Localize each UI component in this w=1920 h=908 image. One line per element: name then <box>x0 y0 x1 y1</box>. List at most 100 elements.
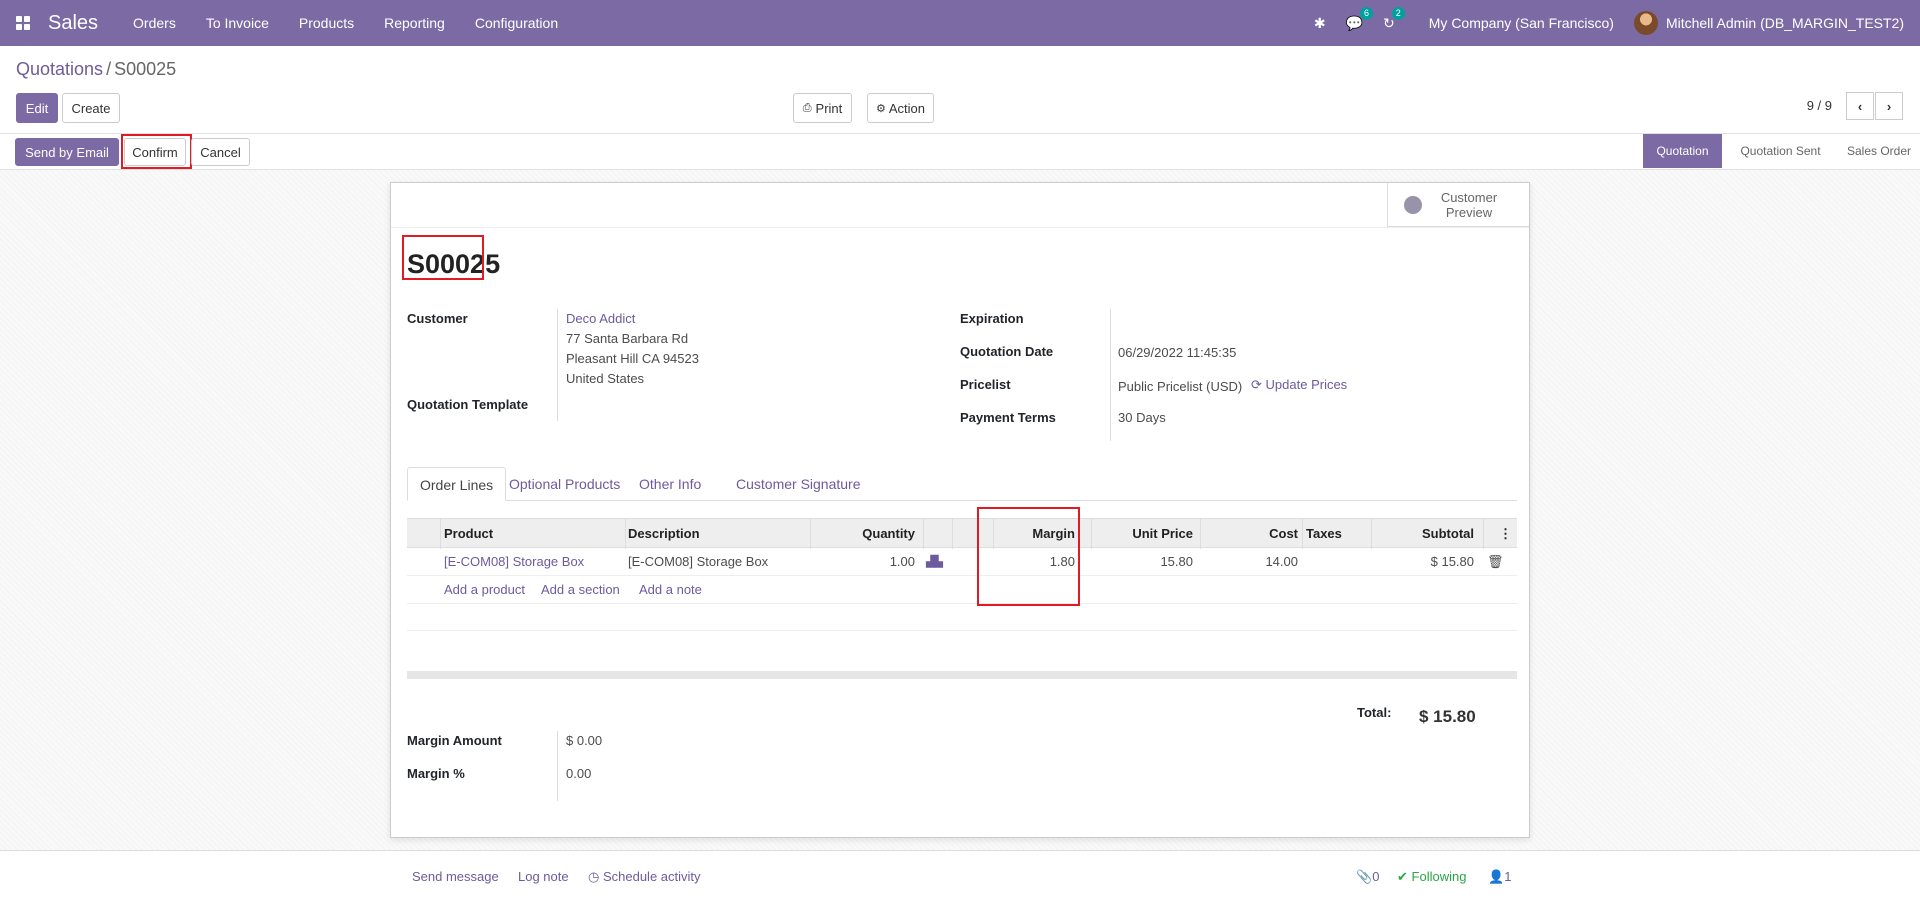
paperclip-icon: 📎 <box>1356 869 1373 884</box>
send-message-button[interactable]: Send message <box>412 869 499 884</box>
pager-value: 9 / 9 <box>1806 98 1832 113</box>
customer-label: Customer <box>407 311 468 326</box>
row-quantity: 1.00 <box>889 554 915 569</box>
avatar <box>1633 11 1658 35</box>
status-bar: Send by Email Confirm Cancel Quotation Q… <box>0 134 1920 170</box>
form-sheet: Customer Preview S00025 Customer Deco Ad… <box>390 182 1530 838</box>
add-section-link[interactable]: Add a section <box>541 576 620 604</box>
margin-amount-label: Margin Amount <box>407 733 502 748</box>
tab-customer-signature[interactable]: Customer Signature <box>724 467 873 501</box>
update-prices-label: Update Prices <box>1265 377 1348 392</box>
followers-count: 1 <box>1504 869 1512 884</box>
apps-menu-icon[interactable] <box>0 0 46 46</box>
form-background: Customer Preview S00025 Customer Deco Ad… <box>0 170 1920 850</box>
add-note-link[interactable]: Add a note <box>639 576 702 604</box>
row-product[interactable]: [E-COM08] Storage Box <box>444 548 584 576</box>
messages-icon[interactable]: 💬 6 <box>1346 6 1374 32</box>
header-product[interactable]: Product <box>444 519 493 549</box>
menu-orders[interactable]: Orders <box>118 0 191 46</box>
schedule-activity-button[interactable]: ◷ Schedule activity <box>588 869 701 885</box>
debug-icon[interactable]: ✱ <box>1314 15 1326 32</box>
cancel-button[interactable]: Cancel <box>191 138 250 166</box>
following-button[interactable]: ✔ Following <box>1397 869 1466 885</box>
activity-badge: 2 <box>1391 6 1405 20</box>
quotation-date-value: 06/29/2022 11:45:35 <box>1118 345 1237 360</box>
header-subtotal[interactable]: Subtotal <box>1375 519 1474 549</box>
user-name: Mitchell Admin (DB_MARGIN_TEST2) <box>1665 15 1904 31</box>
activity-icon[interactable]: ↻ 2 <box>1383 6 1405 32</box>
print-icon: ⎙ <box>802 101 812 114</box>
payment-terms-value: 30 Days <box>1118 410 1166 425</box>
row-subtotal: $ 15.80 <box>1430 554 1474 569</box>
create-button[interactable]: Create <box>62 93 120 123</box>
notebook-tabs: Order Lines Optional Products Other Info… <box>407 467 1517 501</box>
total-label: Total: <box>1357 705 1392 720</box>
messages-badge: 6 <box>1360 6 1374 20</box>
send-by-email-button[interactable]: Send by Email <box>15 138 119 166</box>
stage-quotation-sent[interactable]: Quotation Sent <box>1737 134 1824 168</box>
gear-icon: ⚙ <box>875 102 886 115</box>
chevron-right-icon[interactable]: › <box>1875 92 1903 120</box>
header-quantity[interactable]: Quantity <box>813 519 915 549</box>
forecast-chart-icon[interactable]: ▟▙ <box>926 548 943 576</box>
chevron-left-icon[interactable]: ‹ <box>1846 92 1874 120</box>
row-cost: 14.00 <box>1265 554 1298 569</box>
top-navbar: Sales Orders To Invoice Products Reporti… <box>0 0 1920 46</box>
app-name[interactable]: Sales <box>48 12 98 35</box>
stage-quotation[interactable]: Quotation <box>1643 134 1722 168</box>
highlight-order-name <box>402 235 484 280</box>
table-header: Product Description Quantity Margin Unit… <box>407 518 1517 549</box>
log-note-button[interactable]: Log note <box>518 869 569 884</box>
customer-link[interactable]: Deco Addict <box>566 311 635 326</box>
payment-terms-label: Payment Terms <box>960 410 1056 425</box>
action-button[interactable]: ⚙ Action <box>867 93 934 123</box>
control-panel: Quotations / S00025 Edit Create ⎙ Print ⚙ Ac… <box>0 46 1920 134</box>
pricelist-value: Public Pricelist (USD) <box>1118 379 1243 394</box>
stage-sales-order[interactable]: Sales Order <box>1838 134 1920 168</box>
tab-optional-products[interactable]: Optional Products <box>497 467 632 501</box>
tab-other-info[interactable]: Other Info <box>627 467 713 501</box>
pricelist-label: Pricelist <box>960 377 1011 392</box>
margin-amount-value: $ 0.00 <box>566 733 603 748</box>
clock-icon: ◷ <box>588 869 600 884</box>
quotation-template-label: Quotation Template <box>407 397 529 412</box>
customer-address-line2: Pleasant Hill CA 94523 <box>566 351 699 366</box>
following-label: Following <box>1411 869 1467 884</box>
customer-preview-button[interactable]: Customer Preview <box>1387 183 1529 227</box>
menu-configuration[interactable]: Configuration <box>460 0 573 46</box>
schedule-activity-label: Schedule activity <box>602 869 701 884</box>
optional-columns-icon[interactable]: ⋮ <box>1499 519 1512 549</box>
followers-button[interactable]: 👤1 <box>1488 869 1511 885</box>
header-description[interactable]: Description <box>628 519 700 549</box>
attachments-count: 0 <box>1372 869 1380 884</box>
header-cost[interactable]: Cost <box>1203 519 1298 549</box>
highlight-margin-column <box>977 507 1080 606</box>
table-footer-bar <box>407 671 1517 679</box>
row-unit-price: 15.80 <box>1160 554 1193 569</box>
tab-order-lines[interactable]: Order Lines <box>407 467 507 501</box>
refresh-icon: ⟳ <box>1251 377 1262 392</box>
order-lines-table: Product Description Quantity Margin Unit… <box>407 518 1517 631</box>
add-line-row: Add a product Add a section Add a note <box>407 576 1517 604</box>
breadcrumb-current: S00025 <box>114 59 177 79</box>
add-product-link[interactable]: Add a product <box>444 576 525 604</box>
menu-reporting[interactable]: Reporting <box>369 0 460 46</box>
menu-to-invoice[interactable]: To Invoice <box>191 0 284 46</box>
header-unit-price[interactable]: Unit Price <box>1095 519 1193 549</box>
action-label: Action <box>888 100 925 116</box>
menu-products[interactable]: Products <box>284 0 369 46</box>
breadcrumb-quotations[interactable]: Quotations <box>16 59 103 79</box>
table-row[interactable]: [E-COM08] Storage Box [E-COM08] Storage … <box>407 548 1517 576</box>
header-taxes[interactable]: Taxes <box>1306 519 1342 549</box>
check-icon: ✔ <box>1397 869 1408 884</box>
update-prices-button[interactable]: ⟳ Update Prices <box>1251 377 1347 393</box>
company-switcher[interactable]: My Company (San Francisco) <box>1429 15 1614 31</box>
edit-button[interactable]: Edit <box>16 93 58 123</box>
breadcrumb: Quotations / S00025 <box>16 59 176 80</box>
trash-icon[interactable]: 🗑 <box>1487 548 1504 576</box>
print-button[interactable]: ⎙ Print <box>793 93 852 123</box>
attachments-button[interactable]: 📎0 <box>1356 869 1379 885</box>
user-menu[interactable]: Mitchell Admin (DB_MARGIN_TEST2) <box>1633 11 1904 35</box>
row-description: [E-COM08] Storage Box <box>628 554 769 569</box>
customer-address-line1: 77 Santa Barbara Rd <box>566 331 689 346</box>
